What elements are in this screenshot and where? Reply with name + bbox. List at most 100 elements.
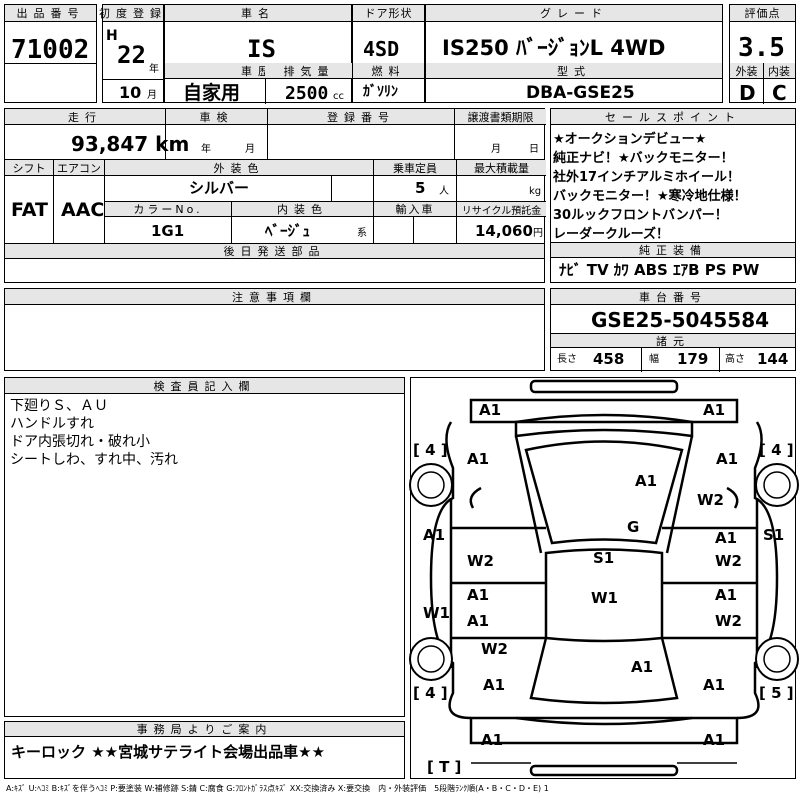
recycle-fee: 14,060 (475, 222, 533, 240)
int-grade: C (772, 81, 787, 105)
name-label: 車名 (165, 5, 351, 22)
ext-label: 外装 (730, 63, 763, 79)
damage-mark: A1 (635, 472, 658, 490)
selling-line: 純正ナビ！★バックモニター！ (553, 151, 734, 166)
model-label: 型式 (426, 63, 722, 79)
damage-mark: W1 (423, 604, 450, 622)
selling-line: ★オークションデビュー★ (553, 132, 707, 147)
damage-mark: W2 (481, 640, 508, 658)
office-block: 事務局よりご案内 キーロック ★★宮城サテライト会場出品車★★ (4, 721, 405, 779)
car-name: IS (247, 35, 276, 63)
door-type: 4SD (363, 37, 400, 61)
equipment-label: 純正装備 (551, 243, 795, 258)
shift: FAT (11, 199, 48, 221)
fuel-label: 燃料 (353, 63, 424, 79)
displacement: 2500 (285, 83, 329, 104)
interior-color: ﾍﾞｰｼﾞｭ (265, 222, 311, 240)
lot-label: 出品番号 (5, 5, 96, 22)
tire-rear-left-icon (409, 637, 453, 681)
ext-grade: D (739, 81, 756, 105)
grade-cell: グレード IS250 ﾊﾞｰｼﾞｮﾝL 4WD 型式 DBA-GSE25 (425, 4, 723, 103)
lot-number: 71002 (11, 35, 90, 65)
door-cell: ドア形状 4SD 燃料 ｶﾞｿﾘﾝ (352, 4, 425, 103)
chassis-number: GSE25-5045584 (591, 308, 770, 332)
era: H (106, 28, 118, 44)
exterior-color: シルバー (189, 179, 250, 197)
damage-mark: W2 (715, 552, 742, 570)
tire-front-right-icon (755, 463, 799, 507)
vehicle-detail-block: 走行 車検 登録番号 譲渡書類期限 93,847 km 年 月 月 日 シフト … (4, 108, 546, 283)
damage-mark: W2 (467, 552, 494, 570)
car-outline (429, 379, 779, 777)
spec-label: 諸元 (551, 334, 795, 348)
disp-label: 排気量 (265, 63, 353, 79)
reg-month: 10 (119, 83, 142, 102)
damage-diagram: [ 4 ] [ 4 ] [ 4 ] [ 5 ] [ T ] A1 A1 A1 A… (409, 377, 799, 779)
int-label: 内装 (763, 63, 795, 79)
damage-mark: A1 (467, 586, 490, 604)
tire-rl-tread: [ 4 ] (413, 684, 448, 702)
damage-mark: S1 (593, 549, 615, 567)
aircon: AAC (61, 199, 105, 221)
damage-mark: A1 (481, 731, 504, 749)
damage-mark: S1 (763, 526, 785, 544)
spare-tire: [ T ] (427, 758, 462, 776)
selling-line: バックモニター！★寒冷地仕様！ (553, 189, 747, 204)
grade: IS250 ﾊﾞｰｼﾞｮﾝL 4WD (442, 36, 666, 60)
inspector-block: 検査員記入欄 下廻りＳ、ＡＵ ハンドルすれ ドア内張切れ・破れ小 シートしわ、す… (4, 377, 405, 717)
history: 自家用 (183, 82, 241, 104)
registration-cell: 初度登録 H 22 年 10 月 (99, 4, 167, 103)
mileage: 93,847 km (71, 132, 190, 156)
damage-mark: A1 (467, 450, 490, 468)
damage-mark: A1 (423, 526, 446, 544)
height: 144 (757, 350, 789, 368)
inspector-label: 検査員記入欄 (5, 378, 404, 394)
selling-line: 30ルックフロントバンパー！ (553, 208, 728, 223)
tire-front-left-icon (409, 463, 453, 507)
tire-fl-tread: [ 4 ] (413, 441, 448, 459)
damage-mark: A1 (703, 401, 726, 419)
reg-year: 22 (117, 41, 146, 69)
damage-mark: G (627, 518, 640, 536)
tire-fr-tread: [ 4 ] (759, 441, 794, 459)
damage-mark: A1 (467, 612, 490, 630)
damage-mark: A1 (715, 529, 738, 547)
lot-cell: 出品番号 71002 (4, 4, 97, 103)
damage-mark: A1 (631, 658, 654, 676)
registration-label: 初度登録 (99, 5, 167, 22)
notes-block: 注意事項欄 (4, 288, 545, 371)
score: 3.5 (738, 33, 785, 63)
tire-rear-right-icon (755, 637, 799, 681)
car-name-cell: 車名 IS 車歴 排気量 自家用 2500 cc (164, 4, 353, 104)
damage-mark: A1 (703, 676, 726, 694)
score-cell: 評価点 3.5 外装 内装 D C (729, 4, 796, 105)
chassis-label: 車台番号 (551, 289, 795, 305)
score-label: 評価点 (730, 5, 795, 22)
legend: A:ｷｽﾞ U:ﾍｺﾐ B:ｷｽﾞを伴うﾍｺﾐ P:要塗装 W:補修跡 S:錆 … (6, 784, 549, 793)
fuel: ｶﾞｿﾘﾝ (363, 84, 398, 100)
damage-mark: A1 (479, 401, 502, 419)
damage-mark: A1 (716, 450, 739, 468)
selling-points: セールスポイント ★オークションデビュー★ 純正ナビ！★バックモニター！ 社外1… (550, 108, 796, 283)
equipment-items: ﾅﾋﾞ TV ｶﾜ ABS ｴｱB PS PW (559, 261, 760, 279)
damage-mark: A1 (703, 731, 726, 749)
inspector-note: ハンドルすれ (10, 416, 94, 432)
damage-mark: W1 (591, 589, 618, 607)
inspector-note: シートしわ、すれ中、汚れ (10, 452, 178, 468)
width: 179 (677, 350, 709, 368)
selling-label: セールスポイント (551, 109, 795, 125)
damage-mark: A1 (715, 586, 738, 604)
damage-mark: A1 (483, 676, 506, 694)
color-number: 1G1 (151, 222, 185, 240)
office-label: 事務局よりご案内 (5, 722, 404, 737)
inspector-note: ドア内張切れ・破れ小 (10, 434, 150, 450)
grade-label: グレード (426, 5, 722, 22)
model-code: DBA-GSE25 (526, 83, 635, 103)
length: 458 (593, 350, 625, 368)
selling-line: 社外17インチアルミホイール！ (553, 170, 740, 185)
capacity: 5 (415, 179, 426, 197)
damage-mark: W2 (697, 491, 724, 509)
notes-label: 注意事項欄 (5, 289, 544, 305)
tire-rr-tread: [ 5 ] (759, 684, 794, 702)
office-text: キーロック ★★宮城サテライト会場出品車★★ (11, 743, 326, 761)
